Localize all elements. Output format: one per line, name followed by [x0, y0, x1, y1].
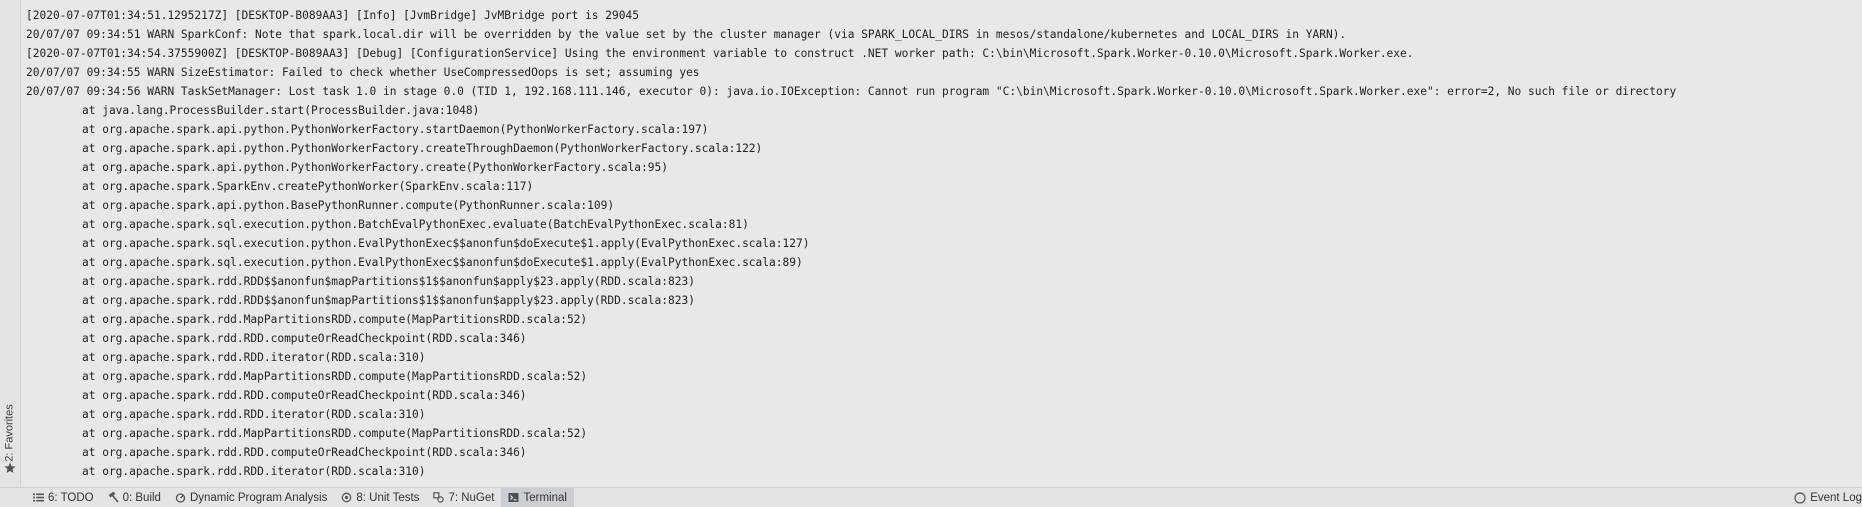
bottom-tool-window-bar: 6: TODO 0: Build Dynamic Program Analysi…: [0, 487, 1862, 507]
stack-trace-line: at org.apache.spark.rdd.RDD.computeOrRea…: [82, 332, 527, 345]
tab-nuget-label: 7: NuGet: [448, 491, 495, 504]
log-line: 20/07/07 09:34:51 WARN SparkConf: Note t…: [26, 28, 1347, 41]
nuget-icon: [433, 492, 445, 503]
log-line: [2020-07-07T01:34:54.3755900Z] [DESKTOP-…: [26, 47, 1414, 60]
favorites-tab[interactable]: 2: Favorites: [2, 398, 18, 468]
stack-trace-line: at org.apache.spark.SparkEnv.createPytho…: [82, 180, 534, 193]
event-log-icon: [1794, 491, 1806, 504]
tab-unit-tests-label: 8: Unit Tests: [356, 491, 420, 504]
event-log-label: Event Log: [1810, 491, 1862, 504]
tab-build[interactable]: 0: Build: [101, 488, 168, 507]
unit-tests-icon: [342, 492, 352, 503]
favorites-label: 2: Favorites: [4, 404, 16, 462]
log-line: 20/07/07 09:34:55 WARN SizeEstimator: Fa…: [26, 66, 700, 79]
analysis-icon: [175, 493, 186, 503]
tab-dynamic-program-analysis[interactable]: Dynamic Program Analysis: [168, 488, 334, 507]
stack-trace-line: at org.apache.spark.sql.execution.python…: [82, 256, 803, 269]
stack-trace-line: at org.apache.spark.rdd.RDD$$anonfun$map…: [82, 294, 695, 307]
stack-trace-line: at org.apache.spark.rdd.MapPartitionsRDD…: [82, 370, 588, 383]
terminal-output[interactable]: [2020-07-07T01:34:51.1295217Z] [DESKTOP-…: [21, 0, 1862, 487]
tab-terminal-label: Terminal: [523, 491, 567, 504]
stack-trace-line: at org.apache.spark.rdd.RDD.computeOrRea…: [82, 389, 527, 402]
stack-trace-line: at java.lang.ProcessBuilder.start(Proces…: [82, 104, 480, 117]
stack-trace-line: at org.apache.spark.rdd.RDD$$anonfun$map…: [82, 275, 695, 288]
stack-trace-line: at org.apache.spark.sql.execution.python…: [82, 218, 749, 231]
stack-trace-line: at org.apache.spark.sql.execution.python…: [82, 237, 810, 250]
tab-unit-tests[interactable]: 8: Unit Tests: [334, 488, 426, 507]
tab-todo-label: 6: TODO: [48, 491, 94, 504]
terminal-icon: [508, 493, 519, 502]
terminal-lines: [2020-07-07T01:34:51.1295217Z] [DESKTOP-…: [21, 0, 1862, 481]
stack-trace-line: at org.apache.spark.api.python.PythonWor…: [82, 161, 668, 174]
stack-trace-line: at org.apache.spark.rdd.RDD.iterator(RDD…: [82, 465, 426, 478]
tab-todo[interactable]: 6: TODO: [26, 488, 101, 507]
stack-trace-line: at org.apache.spark.api.python.PythonWor…: [82, 142, 763, 155]
hammer-icon: [108, 492, 119, 503]
stack-trace-line: at org.apache.spark.rdd.MapPartitionsRDD…: [82, 313, 588, 326]
tab-build-label: 0: Build: [122, 491, 161, 504]
stack-trace-line: at org.apache.spark.api.python.PythonWor…: [82, 123, 709, 136]
log-line: [2020-07-07T01:34:51.1295217Z] [DESKTOP-…: [26, 9, 639, 22]
stack-trace-line: at org.apache.spark.rdd.RDD.iterator(RDD…: [82, 351, 426, 364]
list-icon: [33, 493, 44, 502]
left-tool-strip: 2: Favorites: [0, 0, 21, 487]
tab-dynamic-program-analysis-label: Dynamic Program Analysis: [189, 491, 328, 504]
star-icon: [4, 462, 16, 473]
stack-trace-line: at org.apache.spark.api.python.BasePytho…: [82, 199, 615, 212]
log-line: 20/07/07 09:34:56 WARN TaskSetManager: L…: [26, 85, 1677, 98]
stack-trace-line: at org.apache.spark.rdd.RDD.iterator(RDD…: [82, 408, 426, 421]
event-log-button[interactable]: Event Log: [1794, 488, 1862, 507]
tab-nuget[interactable]: 7: NuGet: [426, 488, 501, 507]
stack-trace-line: at org.apache.spark.rdd.RDD.computeOrRea…: [82, 446, 527, 459]
tab-terminal[interactable]: Terminal: [501, 488, 574, 507]
stack-trace-line: at org.apache.spark.rdd.MapPartitionsRDD…: [82, 427, 588, 440]
tool-window-tabs: 6: TODO 0: Build Dynamic Program Analysi…: [26, 488, 574, 507]
